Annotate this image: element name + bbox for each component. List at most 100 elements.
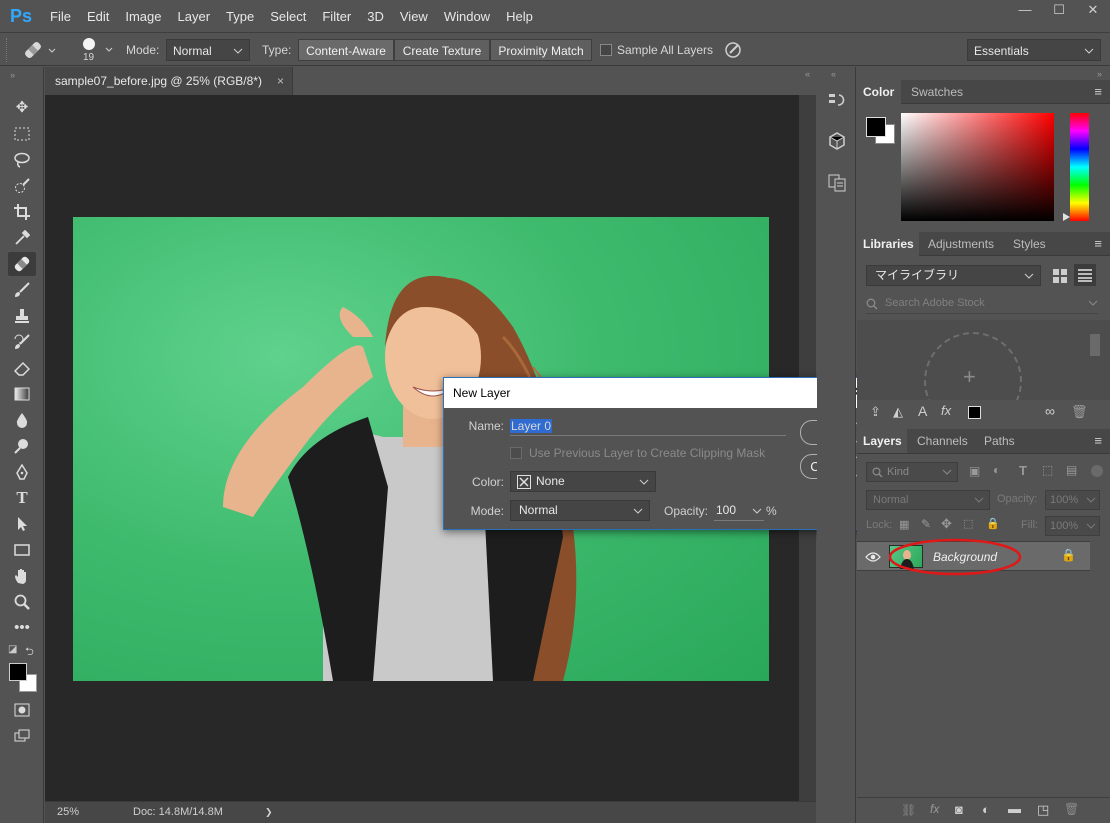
library-add-content-icon[interactable]: ⇪ [870, 404, 881, 420]
tab-channels[interactable]: Channels [911, 429, 974, 453]
dodge-tool-icon[interactable] [8, 434, 36, 458]
brush-tool-icon[interactable] [8, 278, 36, 302]
lock-all-icon[interactable]: 🔒 [986, 517, 1000, 530]
library-add-fill-icon[interactable] [968, 406, 981, 419]
proximity-match-button[interactable]: Proximity Match [490, 39, 592, 61]
workspace-select[interactable]: Essentials [967, 39, 1101, 61]
filter-pixel-icon[interactable]: ▣ [969, 464, 980, 478]
hue-slider[interactable] [1070, 113, 1089, 221]
mode-select-dialog[interactable]: Normal [510, 500, 650, 521]
3d-panel-icon[interactable] [825, 129, 849, 153]
library-add-text-icon[interactable]: A [918, 403, 927, 419]
layers-scrollbar-track[interactable] [1090, 541, 1110, 801]
quick-mask-icon[interactable] [8, 698, 36, 722]
brush-size-picker[interactable]: 19 [76, 38, 116, 63]
lock-position-icon[interactable]: ✥ [941, 516, 952, 532]
lock-artboard-icon[interactable]: ⬚ [963, 517, 973, 530]
grid-view-icon[interactable] [1053, 269, 1067, 283]
layer-opacity-input[interactable]: 100% [1045, 490, 1100, 510]
toolbar-collapse-icon[interactable]: » [10, 70, 15, 80]
menu-window[interactable]: Window [436, 0, 498, 33]
mode-select[interactable]: Normal [166, 39, 250, 61]
move-tool-icon[interactable]: ✥ [8, 96, 36, 120]
more-tools-icon[interactable]: ••• [8, 616, 36, 640]
library-scrollbar[interactable] [1090, 334, 1100, 356]
properties-panel-icon[interactable] [825, 171, 849, 195]
hand-tool-icon[interactable] [8, 564, 36, 588]
sample-all-layers-checkbox[interactable]: Sample All Layers [600, 39, 713, 61]
list-view-button[interactable] [1074, 264, 1096, 286]
link-layers-icon[interactable]: ⛓ [901, 803, 916, 817]
delete-layer-icon[interactable]: 🗑 [1064, 802, 1079, 816]
pressure-size-button[interactable] [722, 39, 744, 61]
menu-image[interactable]: Image [117, 0, 169, 33]
swap-colors-icon[interactable]: ⮌ [25, 643, 34, 662]
menu-type[interactable]: Type [218, 0, 262, 33]
libraries-panel-menu-icon[interactable]: ≡ [1094, 232, 1102, 256]
layer-filter-select[interactable]: Kind [866, 462, 958, 482]
eraser-tool-icon[interactable] [8, 356, 36, 380]
status-menu-arrow[interactable]: ❯ [265, 802, 273, 822]
type-tool-icon[interactable]: T [8, 486, 36, 510]
menu-select[interactable]: Select [262, 0, 314, 33]
zoom-tool-icon[interactable] [8, 590, 36, 614]
menu-help[interactable]: Help [498, 0, 541, 33]
tab-paths[interactable]: Paths [978, 429, 1021, 453]
adjustment-layer-icon[interactable]: ◐ [982, 802, 990, 817]
tab-libraries[interactable]: Libraries [857, 232, 919, 256]
creative-cloud-icon[interactable]: ∞ [1045, 403, 1055, 419]
panel-collapse-icon[interactable]: « [805, 69, 810, 79]
quick-selection-tool-icon[interactable] [8, 174, 36, 198]
lock-image-icon[interactable]: ✎ [921, 517, 931, 531]
library-trash-icon[interactable]: 🗑 [1071, 404, 1088, 420]
clipping-mask-checkbox[interactable]: Use Previous Layer to Create Clipping Ma… [510, 446, 765, 460]
history-brush-tool-icon[interactable] [8, 330, 36, 354]
close-window-button[interactable]: ✕ [1076, 0, 1110, 22]
document-tab[interactable]: sample07_before.jpg @ 25% (RGB/8*) × [45, 67, 293, 95]
foreground-color-swatch[interactable] [9, 663, 27, 681]
stock-search-input[interactable]: Search Adobe Stock [866, 294, 1098, 314]
zoom-level[interactable]: 25% [57, 802, 79, 822]
filter-shape-icon[interactable]: ⬚ [1042, 463, 1053, 477]
clone-stamp-tool-icon[interactable] [8, 304, 36, 328]
spot-healing-tool-icon[interactable] [8, 252, 36, 276]
minimize-button[interactable]: — [1008, 0, 1042, 22]
layer-effects-icon[interactable]: fx [930, 802, 939, 816]
close-tab-icon[interactable]: × [277, 67, 284, 95]
menu-view[interactable]: View [392, 0, 436, 33]
library-add-color-icon[interactable]: ◭ [893, 404, 903, 420]
rectangle-tool-icon[interactable] [8, 538, 36, 562]
dock-collapse-icon[interactable]: » [1097, 69, 1102, 79]
menu-filter[interactable]: Filter [314, 0, 359, 33]
menu-layer[interactable]: Layer [170, 0, 219, 33]
filter-smart-object-icon[interactable]: ▤ [1066, 463, 1077, 477]
new-layer-icon[interactable]: ◳ [1037, 802, 1049, 818]
default-colors-icon[interactable]: ◪ [8, 644, 17, 655]
filter-adjustment-icon[interactable]: ◐ [993, 463, 1000, 477]
history-panel-icon[interactable] [825, 89, 849, 113]
strip-expand-icon[interactable]: « [831, 69, 836, 79]
screen-mode-icon[interactable] [8, 724, 36, 748]
lock-transparent-icon[interactable]: ▦ [899, 518, 909, 531]
filter-toggle-icon[interactable] [1091, 465, 1103, 477]
tab-adjustments[interactable]: Adjustments [922, 232, 1000, 256]
name-input[interactable]: Layer 0 [510, 416, 786, 436]
blur-tool-icon[interactable] [8, 408, 36, 432]
color-fg-swatch[interactable] [866, 117, 886, 137]
library-select[interactable]: マイライブラリ [866, 265, 1041, 286]
opacity-input[interactable]: 100 [714, 500, 764, 521]
layer-fill-input[interactable]: 100% [1045, 516, 1100, 536]
pen-tool-icon[interactable] [8, 460, 36, 484]
gradient-tool-icon[interactable] [8, 382, 36, 406]
eyedropper-tool-icon[interactable] [8, 226, 36, 250]
new-group-icon[interactable]: ▬ [1008, 801, 1021, 816]
content-aware-button[interactable]: Content-Aware [298, 39, 394, 61]
layers-panel-menu-icon[interactable]: ≡ [1094, 429, 1102, 453]
library-add-style-icon[interactable]: fx [941, 403, 951, 418]
tab-color[interactable]: Color [857, 80, 901, 104]
filter-type-icon[interactable]: T [1019, 463, 1027, 478]
add-mask-icon[interactable]: ◙ [955, 802, 963, 817]
tab-swatches[interactable]: Swatches [905, 80, 969, 104]
menu-file[interactable]: File [42, 0, 79, 33]
color-field[interactable] [901, 113, 1054, 221]
